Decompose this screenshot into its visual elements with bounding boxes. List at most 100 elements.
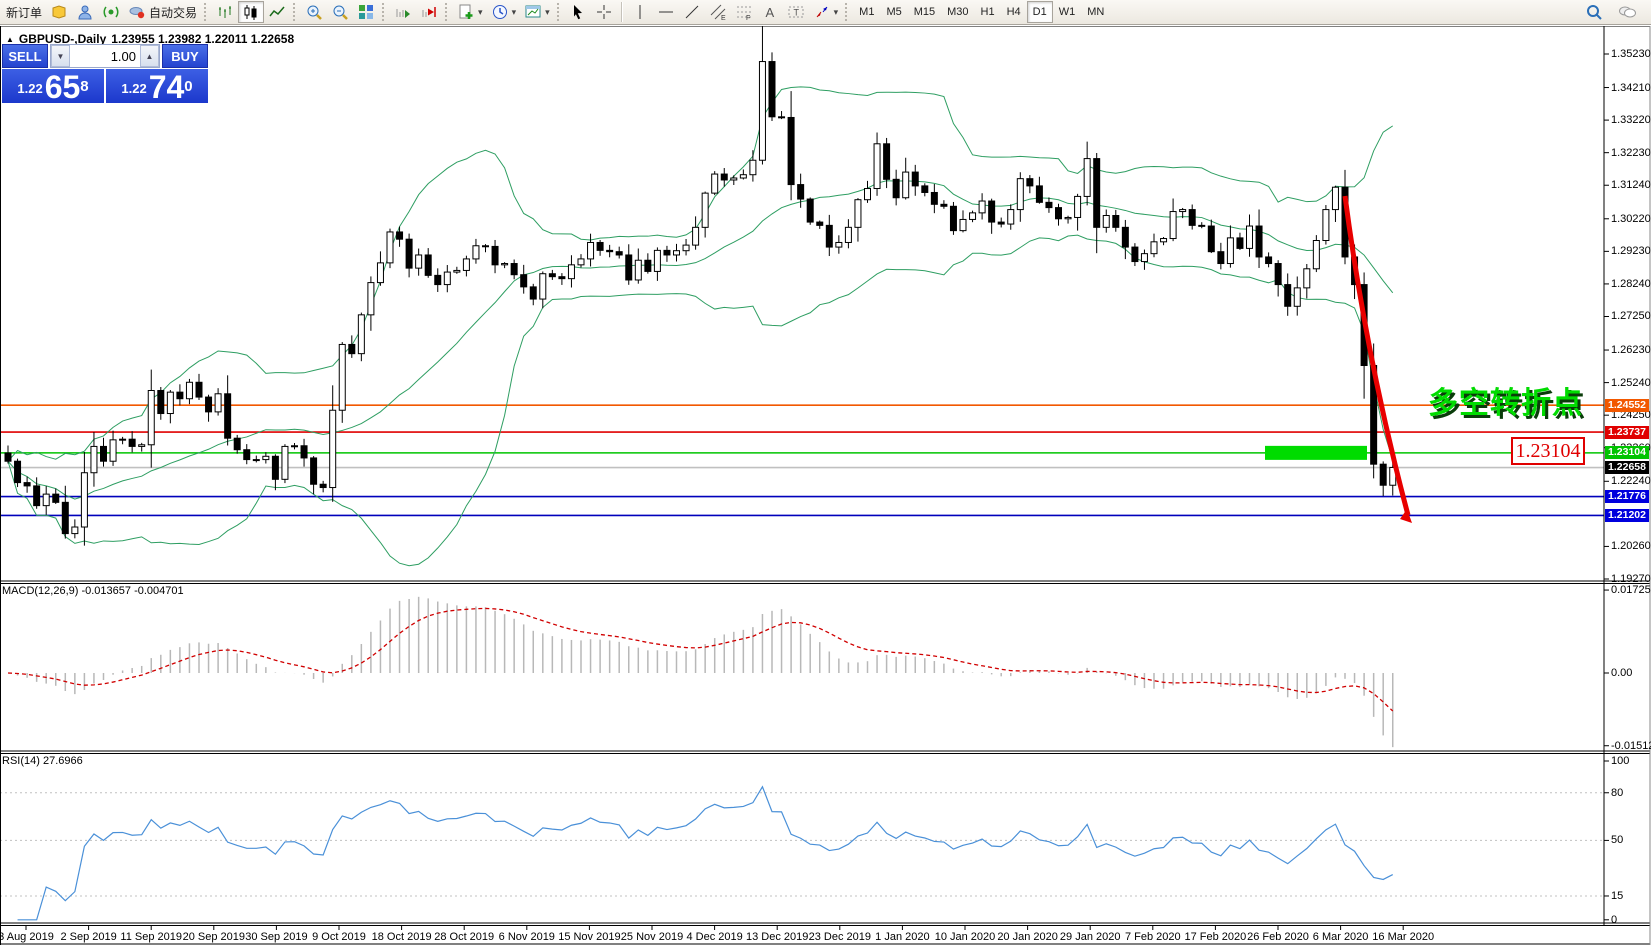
toolbar-grip <box>445 3 450 21</box>
zoom-out-button[interactable] <box>327 1 353 23</box>
svg-text:A: A <box>765 5 774 20</box>
timeframe-H1[interactable]: H1 <box>975 1 1001 23</box>
chart-list-icon: ▲ <box>6 35 14 44</box>
candlestick-chart-icon <box>242 3 260 21</box>
buy-button[interactable]: BUY <box>162 44 208 68</box>
crosshair-button[interactable] <box>591 1 617 23</box>
timeframe-M1[interactable]: M1 <box>853 1 880 23</box>
cursor-icon <box>569 3 587 21</box>
buy-price-button[interactable]: 1.22740 <box>106 69 208 103</box>
volume-input[interactable] <box>70 45 140 67</box>
toolbar-grip <box>557 3 562 21</box>
toolbar: 新订单 自动交易 ▾ ▾ ▾ E F A T ▾ M <box>0 0 1651 25</box>
new-order-button[interactable]: 新订单 <box>2 1 46 23</box>
macd-indicator-label: MACD(12,26,9) -0.013657 -0.004701 <box>2 585 184 597</box>
zoom-in-button[interactable] <box>301 1 327 23</box>
dropdown-caret-icon: ▾ <box>512 7 517 17</box>
vertical-line-button[interactable] <box>627 1 653 23</box>
timeframe-M5[interactable]: M5 <box>880 1 907 23</box>
horizontal-line-button[interactable] <box>653 1 679 23</box>
trendline-button[interactable] <box>679 1 705 23</box>
chart-shift-icon <box>420 3 438 21</box>
line-chart-button[interactable] <box>264 1 290 23</box>
arrows-button[interactable]: ▾ <box>809 1 843 23</box>
fibonacci-icon: F <box>735 3 753 21</box>
timeframe-group: M1M5M15M30H1H4D1W1MN <box>853 1 1110 23</box>
sell-button[interactable]: SELL <box>2 44 48 68</box>
dropdown-caret-icon: ▾ <box>478 7 483 17</box>
text-label-button[interactable]: T <box>783 1 809 23</box>
toolbar-grip <box>382 3 387 21</box>
sell-price-small: 1.22 <box>17 76 42 102</box>
toolbar-grip <box>204 3 209 21</box>
auto-trading-label: 自动交易 <box>149 4 197 21</box>
candlestick-chart-button[interactable] <box>238 1 264 23</box>
rsi-indicator-label: RSI(14) 27.6966 <box>2 755 83 767</box>
trendline-icon <box>683 3 701 21</box>
svg-text:E: E <box>721 15 726 21</box>
chat-icon <box>1617 3 1637 21</box>
timeframe-W1[interactable]: W1 <box>1053 1 1082 23</box>
crosshair-icon <box>595 3 613 21</box>
chart-canvas[interactable]: 1.352301.342101.332201.322301.312401.302… <box>0 26 1651 945</box>
label-icon: T <box>787 3 805 21</box>
price-callout-label[interactable]: 1.23104 <box>1511 437 1585 465</box>
signal-icon <box>102 3 120 21</box>
timeframe-M15[interactable]: M15 <box>908 1 941 23</box>
svg-text:T: T <box>793 8 799 18</box>
zoom-in-icon <box>305 3 323 21</box>
auto-trading-button[interactable]: 自动交易 <box>124 1 201 23</box>
toolbar-separator <box>621 2 623 22</box>
equidistant-channel-button[interactable]: E <box>705 1 731 23</box>
buy-price-big: 74 <box>149 72 185 102</box>
toolbar-grip <box>293 3 298 21</box>
signal-button[interactable] <box>98 1 124 23</box>
sell-price-button[interactable]: 1.22658 <box>2 69 104 103</box>
timeframe-MN[interactable]: MN <box>1081 1 1110 23</box>
bar-chart-button[interactable] <box>212 1 238 23</box>
search-icon <box>1585 3 1603 21</box>
text-icon: A <box>761 3 779 21</box>
sell-price-sup: 8 <box>80 69 88 105</box>
auto-scroll-button[interactable] <box>390 1 416 23</box>
chat-button[interactable] <box>1613 1 1641 23</box>
auto-trading-icon <box>128 3 146 21</box>
profile-button[interactable] <box>72 1 98 23</box>
indicators-icon <box>457 3 475 21</box>
line-chart-icon <box>268 3 286 21</box>
template-icon <box>524 3 542 21</box>
mt4-window: 新订单 自动交易 ▾ ▾ ▾ E F A T ▾ M <box>0 0 1651 945</box>
chart-shift-button[interactable] <box>416 1 442 23</box>
tile-windows-button[interactable] <box>353 1 379 23</box>
dropdown-caret-icon: ▾ <box>834 7 839 17</box>
new-order-label: 新订单 <box>6 4 42 21</box>
sell-price-big: 65 <box>45 72 81 102</box>
buy-price-small: 1.22 <box>121 76 146 102</box>
zoom-out-icon <box>331 3 349 21</box>
folder-icon <box>50 3 68 21</box>
volume-increase-button[interactable]: ▲ <box>140 45 159 67</box>
toolbar-grip <box>845 3 850 21</box>
cursor-button[interactable] <box>565 1 591 23</box>
timeframe-M30[interactable]: M30 <box>941 1 974 23</box>
tile-windows-icon <box>357 3 375 21</box>
profile-icon <box>76 3 94 21</box>
timeframe-H4[interactable]: H4 <box>1001 1 1027 23</box>
indicators-button[interactable]: ▾ <box>453 1 487 23</box>
volume-decrease-button[interactable]: ▼ <box>51 45 70 67</box>
periods-button[interactable]: ▾ <box>487 1 521 23</box>
horizontal-line-icon <box>657 3 675 21</box>
one-click-trading-panel: SELL ▼ ▲ BUY 1.22658 1.22740 <box>2 44 208 103</box>
turning-point-annotation[interactable]: 多空转折点 <box>1428 378 1583 422</box>
auto-scroll-icon <box>394 3 412 21</box>
channel-icon: E <box>709 3 727 21</box>
templates-button[interactable]: ▾ <box>520 1 554 23</box>
fibonacci-button[interactable]: F <box>731 1 757 23</box>
data-folder-button[interactable] <box>46 1 72 23</box>
bar-chart-icon <box>216 3 234 21</box>
timeframe-D1[interactable]: D1 <box>1027 1 1053 23</box>
text-button[interactable]: A <box>757 1 783 23</box>
search-button[interactable] <box>1581 1 1607 23</box>
svg-text:F: F <box>746 15 750 21</box>
clock-icon <box>491 3 509 21</box>
